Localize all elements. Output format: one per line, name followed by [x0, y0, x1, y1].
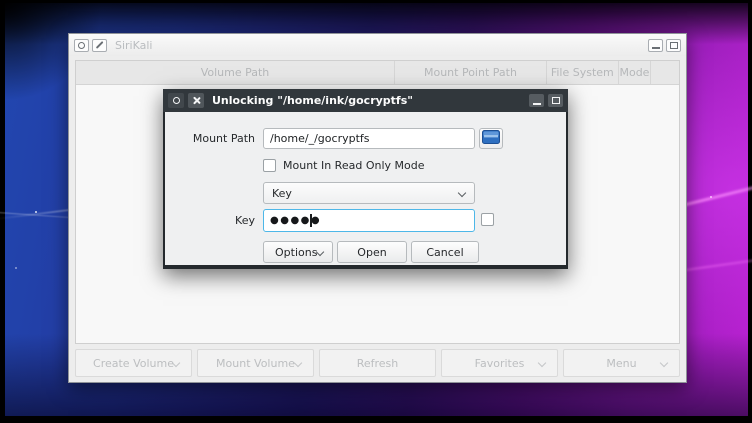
maximize-icon — [552, 97, 560, 104]
maximize-icon — [670, 42, 678, 49]
footer-button[interactable]: Refresh — [319, 349, 436, 377]
window-title: SiriKali — [115, 39, 645, 52]
footer-button-label: Refresh — [357, 357, 399, 370]
key-type-value: Key — [272, 187, 459, 200]
main-titlebar[interactable]: SiriKali — [69, 34, 686, 56]
footer-button[interactable]: Create Volume — [75, 349, 192, 377]
dialog-button-label: Open — [357, 246, 386, 259]
dialog-menu-button[interactable] — [168, 93, 184, 108]
key-input[interactable] — [263, 209, 475, 232]
chevron-down-icon — [539, 360, 546, 367]
dialog-content: Mount Path Mount In Read Only Mode Key K… — [165, 112, 566, 265]
mount-path-label: Mount Path — [175, 128, 255, 149]
key-label: Key — [175, 210, 255, 231]
star-dots — [35, 211, 37, 213]
dialog-title: Unlocking "/home/ink/gocryptfs" — [212, 94, 525, 107]
circle-icon — [173, 97, 180, 104]
browse-button[interactable] — [479, 128, 503, 149]
chevron-down-icon — [295, 360, 302, 367]
dialog-maximize-button[interactable] — [548, 94, 563, 107]
read-only-checkbox[interactable] — [263, 159, 276, 172]
close-icon — [192, 96, 201, 105]
minimize-button[interactable] — [648, 39, 663, 52]
footer-button-label: Mount Volume — [216, 357, 295, 370]
circle-icon — [78, 42, 85, 49]
footer-button-label: Menu — [606, 357, 636, 370]
column-header[interactable]: File System — [547, 61, 619, 84]
column-header-label: Volume Path — [201, 66, 270, 79]
pencil-icon — [96, 41, 103, 48]
column-header[interactable]: Mode — [619, 61, 652, 84]
dialog-button[interactable]: Open — [337, 241, 407, 263]
dialog-button[interactable]: Options — [263, 241, 333, 263]
chevron-down-icon — [661, 360, 668, 367]
minimize-icon — [652, 47, 660, 49]
footer-button-label: Favorites — [475, 357, 525, 370]
footer-button[interactable]: Menu — [563, 349, 680, 377]
window-menu-button[interactable] — [74, 39, 89, 52]
unlock-dialog: Unlocking "/home/ink/gocryptfs" Mount Pa… — [163, 89, 568, 269]
show-key-checkbox[interactable] — [481, 213, 494, 226]
column-header-label: Mount Point Path — [424, 66, 517, 79]
shade-button[interactable] — [92, 39, 107, 52]
folder-icon — [482, 130, 500, 147]
column-header-label: File System — [551, 66, 614, 79]
dialog-button-label: Options — [275, 246, 317, 259]
read-only-label: Mount In Read Only Mode — [283, 158, 425, 173]
chevron-down-icon — [317, 249, 323, 256]
chevron-down-icon — [173, 360, 180, 367]
dialog-button-label: Cancel — [426, 246, 463, 259]
table-header: Volume Path Mount Point Path File System… — [76, 61, 679, 85]
column-header-label: Mode — [619, 66, 649, 79]
dialog-titlebar[interactable]: Unlocking "/home/ink/gocryptfs" — [163, 89, 568, 112]
chevron-down-icon — [459, 190, 466, 197]
footer-button[interactable]: Mount Volume — [197, 349, 314, 377]
footer-toolbar: Create Volume Mount Volume Refresh Favor… — [75, 349, 680, 377]
column-header[interactable]: Volume Path — [76, 61, 395, 84]
key-type-select[interactable]: Key — [263, 182, 475, 204]
dialog-minimize-button[interactable] — [529, 94, 544, 107]
footer-button-label: Create Volume — [93, 357, 174, 370]
maximize-button[interactable] — [666, 39, 681, 52]
column-header[interactable]: Mount Point Path — [395, 61, 547, 84]
minimize-icon — [533, 103, 541, 105]
close-button[interactable] — [188, 93, 204, 108]
mount-path-input[interactable] — [263, 128, 475, 149]
dialog-button[interactable]: Cancel — [411, 241, 479, 263]
desktop: SiriKali Volume Path Mount Point Path Fi… — [0, 0, 752, 423]
key-field-wrapper — [263, 209, 475, 232]
dialog-buttons: Options Open Cancel — [263, 241, 479, 263]
text-caret — [310, 214, 312, 227]
footer-button[interactable]: Favorites — [441, 349, 558, 377]
